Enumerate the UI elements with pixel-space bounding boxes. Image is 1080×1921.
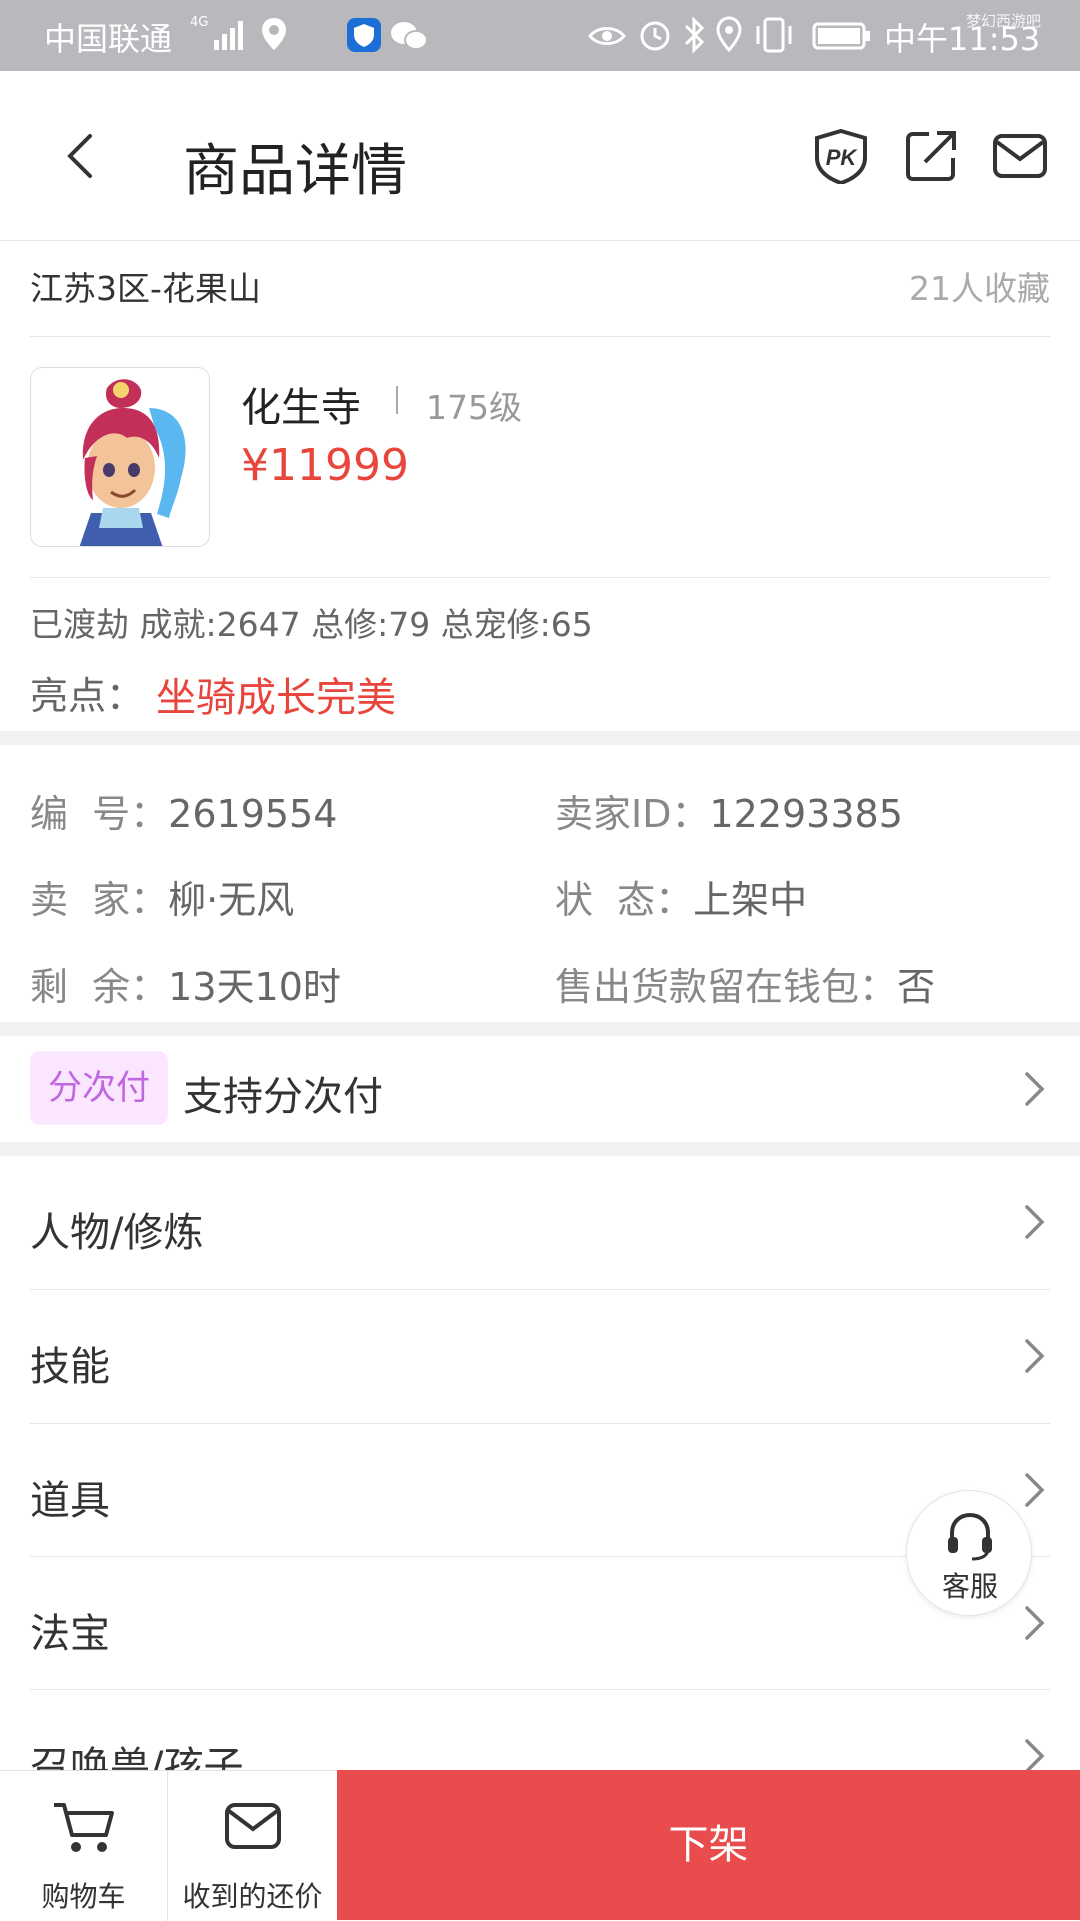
section-label-pets: 召唤兽/孩子 — [30, 1744, 244, 1770]
page-title: 商品详情 — [183, 139, 407, 204]
watermark: 梦幻西游吧 — [966, 12, 1042, 30]
alarm-icon — [640, 21, 670, 51]
security-app-icon — [347, 18, 381, 52]
wallet-setting-label: 售出货款留在钱包： — [555, 965, 898, 1009]
vibrate-icon — [756, 17, 792, 53]
shopping-cart-icon — [54, 1803, 114, 1852]
separator — [396, 386, 398, 414]
character-school: 化生寺 — [241, 385, 361, 431]
battery-icon — [812, 22, 870, 50]
section-gap — [0, 1022, 1080, 1036]
svg-text:PK: PK — [826, 145, 859, 170]
carrier-name: 中国联通 — [44, 20, 173, 58]
listing-status-label: 状 态： — [555, 878, 694, 922]
installment-text: 支持分次付 — [183, 1074, 383, 1120]
offers-label: 收到的还价 — [182, 1880, 323, 1913]
chevron-right-icon — [1025, 1606, 1045, 1640]
time-remaining: 剩 余：13天10时 — [30, 956, 341, 1011]
favorites-count: 21人收藏 — [909, 269, 1050, 308]
cart-label: 购物车 — [41, 1880, 126, 1913]
chevron-right-icon — [1025, 1473, 1045, 1507]
delist-button[interactable]: 下架 — [337, 1770, 1080, 1920]
chevron-right-icon — [1025, 1205, 1045, 1239]
listing-number: 编 号：2619554 — [30, 783, 337, 838]
seller: 卖 家：柳·无风 — [30, 869, 294, 924]
section-label-treasures: 法宝 — [30, 1611, 110, 1657]
wallet-setting-value: 否 — [897, 965, 936, 1009]
time-remaining-value: 13天10时 — [168, 965, 341, 1009]
time-remaining-label: 剩 余： — [30, 965, 169, 1009]
installment-tag: 分次付 — [30, 1051, 168, 1125]
chevron-right-icon — [1025, 1072, 1045, 1106]
location-pin-icon — [262, 18, 286, 50]
mail-icon[interactable] — [992, 128, 1048, 184]
seller-id-label: 卖家ID： — [555, 792, 710, 836]
headset-icon — [948, 1512, 992, 1561]
listing-number-label: 编 号： — [30, 792, 169, 836]
share-icon[interactable] — [903, 128, 959, 184]
seller-id-value: 12293385 — [709, 792, 903, 836]
signal-icon — [214, 21, 243, 50]
back-icon[interactable] — [56, 128, 112, 184]
server-region: 江苏3区-花果山 — [30, 269, 261, 308]
section-gap — [0, 1142, 1080, 1156]
wallet-setting: 售出货款留在钱包：否 — [555, 956, 935, 1011]
section-label-character: 人物/修炼 — [30, 1210, 204, 1256]
seller-id: 卖家ID：12293385 — [555, 783, 903, 838]
divider — [30, 577, 1050, 578]
section-label-skills: 技能 — [30, 1344, 110, 1390]
wechat-icon — [391, 22, 428, 50]
section-gap — [0, 731, 1080, 745]
offers-tab[interactable]: 收到的还价 — [168, 1771, 337, 1921]
character-portrait-image — [31, 368, 209, 546]
cart-tab[interactable]: 购物车 — [0, 1771, 168, 1921]
top-nav-bar: 商品详情 PK — [0, 71, 1080, 241]
bluetooth-icon — [684, 16, 705, 54]
section-label-items: 道具 — [30, 1478, 110, 1524]
listing-status-value: 上架中 — [693, 878, 808, 922]
character-stats: 已渡劫 成就:2647 总修:79 总宠修:65 — [30, 605, 593, 644]
pk-icon[interactable]: PK — [813, 128, 869, 184]
character-level: 175级 — [426, 388, 522, 427]
highlight-label: 亮点： — [30, 674, 145, 718]
listing-status: 状 态：上架中 — [555, 869, 807, 924]
highlight-value: 坐骑成长完美 — [156, 675, 396, 721]
customer-service-label: 客服 — [941, 1570, 998, 1603]
customer-service-button[interactable]: 客服 — [906, 1490, 1032, 1616]
section-row-skills[interactable] — [0, 1290, 1080, 1423]
character-avatar[interactable] — [30, 367, 210, 547]
network-indicator: 4G — [190, 16, 208, 30]
network-type: 4G — [190, 15, 209, 30]
chevron-right-icon — [1025, 1339, 1045, 1373]
section-row-pets[interactable]: 召唤兽/孩子 — [0, 1690, 1080, 1770]
status-bar: 中国联通 4G 中午11:53 梦幻西游吧 — [0, 0, 1080, 71]
divider — [30, 336, 1050, 337]
listing-number-value: 2619554 — [168, 792, 338, 836]
price: ¥11999 — [241, 440, 409, 491]
chevron-right-icon — [1025, 1739, 1045, 1770]
seller-label: 卖 家： — [30, 878, 169, 922]
eye-icon — [588, 27, 626, 45]
mail-icon — [225, 1803, 281, 1849]
location-icon — [716, 16, 742, 53]
seller-value: 柳·无风 — [168, 878, 295, 922]
